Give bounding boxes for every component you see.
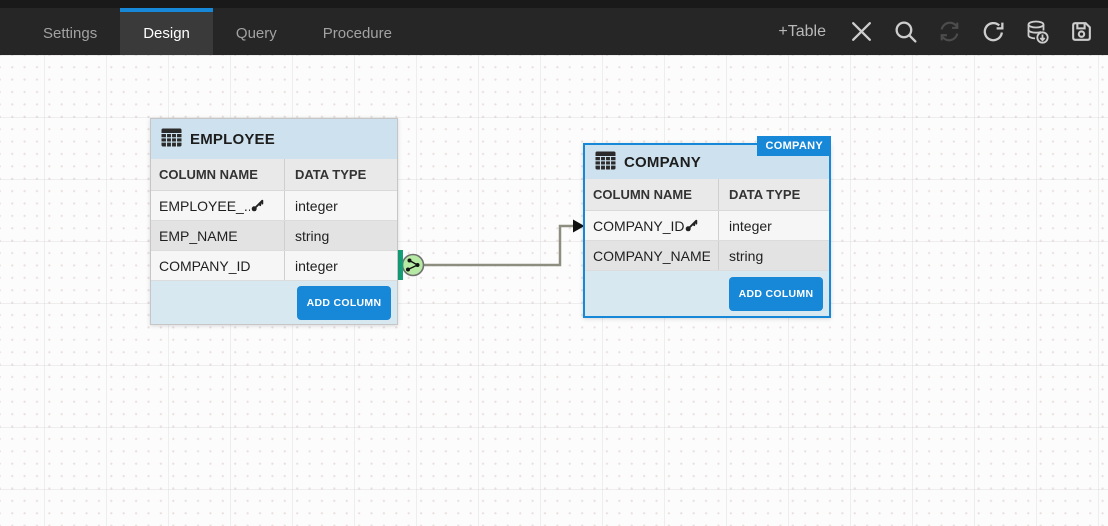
table-row[interactable]: COMPANY_ID integer (151, 251, 397, 281)
table-row[interactable]: COMPANY_ID integer (585, 211, 829, 241)
table-grid-icon (161, 128, 182, 150)
table-employee[interactable]: EMPLOYEE COLUMN NAME DATA TYPE EMPLOYEE_… (150, 118, 398, 325)
column-header-name: COLUMN NAME (585, 179, 719, 210)
table-employee-header[interactable]: EMPLOYEE (151, 119, 397, 159)
add-column-button[interactable]: ADD COLUMN (297, 286, 391, 320)
database-export-icon[interactable] (1024, 19, 1050, 45)
table-name-badge: COMPANY (757, 136, 831, 156)
column-type: integer (285, 258, 397, 274)
save-icon[interactable] (1068, 19, 1094, 45)
table-row[interactable]: EMP_NAME string (151, 221, 397, 251)
column-header-type: DATA TYPE (719, 187, 829, 202)
design-canvas[interactable]: EMPLOYEE COLUMN NAME DATA TYPE EMPLOYEE_… (0, 55, 1108, 526)
add-table-button[interactable]: +Table (778, 23, 826, 41)
tab-settings[interactable]: Settings (20, 8, 120, 55)
primary-key-icon (250, 199, 264, 213)
table-title: EMPLOYEE (190, 131, 275, 148)
column-type: string (285, 228, 397, 244)
table-footer: ADD COLUMN (151, 281, 397, 324)
table-title: COMPANY (624, 154, 701, 171)
nav-toolbar: +Table (778, 8, 1094, 55)
column-name: EMPLOYEE_... (159, 198, 250, 214)
column-header-type: DATA TYPE (285, 167, 397, 182)
tab-design[interactable]: Design (120, 8, 213, 55)
table-row[interactable]: EMPLOYEE_... integer (151, 191, 397, 221)
close-icon[interactable] (848, 19, 874, 45)
table-company[interactable]: COMPANY COMPANY COLUMN NAME DATA TYPE CO… (583, 143, 831, 318)
sync-icon[interactable] (936, 19, 962, 45)
column-type: string (719, 248, 829, 264)
column-type: integer (719, 218, 829, 234)
column-header-name: COLUMN NAME (151, 159, 285, 190)
tab-query[interactable]: Query (213, 8, 300, 55)
table-footer: ADD COLUMN (585, 271, 829, 316)
primary-key-icon (684, 219, 698, 233)
table-row[interactable]: COMPANY_NAME string (585, 241, 829, 271)
column-type: integer (285, 198, 397, 214)
tab-procedure[interactable]: Procedure (300, 8, 415, 55)
column-headers: COLUMN NAME DATA TYPE (585, 179, 829, 211)
table-grid-icon (595, 151, 616, 173)
column-name: COMPANY_ID (593, 218, 684, 234)
column-name: COMPANY_NAME (593, 248, 710, 264)
refresh-icon[interactable] (980, 19, 1006, 45)
search-icon[interactable] (892, 19, 918, 45)
top-nav: Settings Design Query Procedure +Table (0, 0, 1108, 55)
column-name: COMPANY_ID (159, 258, 251, 274)
add-column-button[interactable]: ADD COLUMN (729, 277, 823, 311)
connection-handle-icon (403, 255, 424, 276)
column-headers: COLUMN NAME DATA TYPE (151, 159, 397, 191)
nav-top-strip (0, 0, 1108, 8)
nav-tabs: Settings Design Query Procedure (20, 8, 415, 55)
column-name: EMP_NAME (159, 228, 238, 244)
